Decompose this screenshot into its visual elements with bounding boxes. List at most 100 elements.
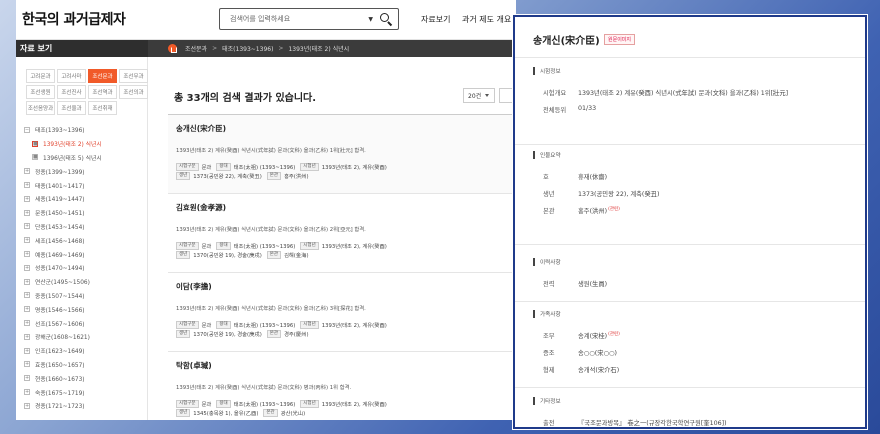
tree-item[interactable]: + 경종(1721~1723) bbox=[24, 399, 147, 413]
expand-icon[interactable]: + bbox=[24, 182, 30, 189]
result-card[interactable]: 이담(李擔) 1393년(태조 2) 계유(癸酉) 식년시(式年試) 문과(文科)… bbox=[168, 273, 513, 352]
result-card[interactable]: 송개신(宋介臣) 1393년(태조 2) 계유(癸酉) 식년시(式年試) 문과(文… bbox=[168, 115, 513, 194]
result-description: 1393년(태조 2) 계유(癸酉) 식년시(式年試) 문과(文科) 을과(乙科… bbox=[176, 148, 366, 154]
detail-row: 형제 송개석(宋介石) bbox=[533, 365, 853, 374]
expand-icon[interactable]: + bbox=[24, 237, 30, 244]
tree-item[interactable]: ■ 1396년(태조 5) 식년시 bbox=[24, 151, 147, 165]
era-tab[interactable]: 고려문과 bbox=[26, 69, 55, 83]
tree-item[interactable]: + 예종(1469~1469) bbox=[24, 247, 147, 261]
tree-item[interactable]: + 단종(1453~1454) bbox=[24, 220, 147, 234]
original-image-badge[interactable]: 원문이미지 bbox=[604, 34, 636, 45]
result-card[interactable]: 탁함(卓瑊) 1393년(태조 2) 계유(癸酉) 식년시(式年試) 문과(文科)… bbox=[168, 352, 513, 420]
tree-item[interactable]: + 세조(1456~1468) bbox=[24, 233, 147, 247]
meta-row: 시험구분 문과 왕대 태조(太祖) (1393~1396) 시험년 1393년(태조 2)… bbox=[176, 241, 513, 250]
tree-item[interactable]: + 인조(1623~1649) bbox=[24, 344, 147, 358]
expand-icon[interactable]: + bbox=[24, 195, 30, 202]
tree-item[interactable]: + 세종(1419~1447) bbox=[24, 192, 147, 206]
expand-icon[interactable]: + bbox=[24, 292, 30, 299]
tree-item[interactable]: + 현종(1660~1673) bbox=[24, 371, 147, 385]
detail-row: 전력 생원(生員) bbox=[533, 279, 853, 288]
expand-icon[interactable]: + bbox=[24, 223, 30, 230]
era-tab[interactable]: 조선율과 bbox=[57, 101, 86, 115]
detail-panel: 송개신(宋介臣) 원문이미지 시험정보 시험개요 1393년(태조 2) 계유(癸酉… bbox=[513, 15, 867, 429]
nav-data-view[interactable]: 자료보기 bbox=[421, 14, 450, 25]
detail-row: 시험개요 1393년(태조 2) 계유(癸酉) 식년시(式年試) 문과(文科) 을… bbox=[533, 88, 853, 97]
tree-item[interactable]: + 명종(1546~1566) bbox=[24, 302, 147, 316]
tree-item[interactable]: + 효종(1650~1657) bbox=[24, 358, 147, 372]
result-name[interactable]: 이담(李擔) bbox=[176, 281, 513, 292]
tree-item[interactable]: + 태종(1401~1417) bbox=[24, 178, 147, 192]
expand-icon[interactable]: + bbox=[24, 320, 30, 327]
expand-icon[interactable]: + bbox=[24, 402, 30, 409]
result-name[interactable]: 송개신(宋介臣) bbox=[176, 123, 513, 134]
result-card[interactable]: 김효원(金孝源) 1393년(태조 2) 계유(癸酉) 식년시(式年試) 문과(文… bbox=[168, 194, 513, 273]
meta-value: 홍주(洪州) bbox=[284, 173, 309, 180]
page-size-select[interactable]: 20건 bbox=[463, 88, 495, 103]
era-tab[interactable]: 조선진사 bbox=[57, 85, 86, 99]
expand-icon[interactable]: + bbox=[24, 251, 30, 258]
breadcrumb-item[interactable]: 태조(1393~1396) bbox=[222, 44, 273, 53]
section-divider bbox=[515, 387, 865, 388]
search-input[interactable]: 검색어를 입력하세요 bbox=[220, 14, 368, 24]
tree-item[interactable]: + 선조(1567~1606) bbox=[24, 316, 147, 330]
tree-item-label: 세조(1456~1468) bbox=[35, 238, 85, 245]
result-name[interactable]: 김효원(金孝源) bbox=[176, 202, 513, 213]
tree-item[interactable]: − 태조(1393~1396) bbox=[24, 123, 147, 137]
breadcrumb-item[interactable]: 1393년(태조 2) 식년시 bbox=[288, 44, 349, 53]
detail-value: 1393년(태조 2) 계유(癸酉) 식년시(式年試) 문과(文科) 을과(乙科… bbox=[578, 90, 789, 97]
detail-value: 홍주(洪州) bbox=[578, 208, 608, 215]
search-icon[interactable] bbox=[377, 10, 395, 28]
expand-icon[interactable]: + bbox=[24, 361, 30, 368]
collapse-icon[interactable]: − bbox=[24, 126, 30, 133]
search-box[interactable]: 검색어를 입력하세요 ▼ bbox=[219, 8, 399, 30]
expand-icon[interactable]: + bbox=[24, 306, 30, 313]
meta-tag: 왕대 bbox=[216, 162, 231, 171]
tree-item-label: 연산군(1495~1506) bbox=[35, 280, 90, 287]
tree-item[interactable]: + 문종(1450~1451) bbox=[24, 206, 147, 220]
era-tab[interactable]: 조선음양과 bbox=[26, 101, 55, 115]
expand-icon[interactable]: + bbox=[24, 278, 30, 285]
era-tab[interactable]: 조선취재 bbox=[88, 101, 117, 115]
section-divider bbox=[515, 301, 865, 302]
meta-tag: 본관 bbox=[263, 408, 278, 417]
era-tab[interactable]: 조선문과 bbox=[88, 69, 117, 83]
related-link[interactable]: (관련) bbox=[608, 331, 620, 340]
related-link[interactable]: (관련) bbox=[608, 206, 620, 215]
nav-exam-overview[interactable]: 과거 제도 개요 bbox=[462, 14, 511, 25]
era-tab-grid: 고려문과 고려사마 조선문과 조선무과조선생원 조선진사 조선역과 조선의과조선음양과 조선율… bbox=[16, 57, 148, 115]
tree-item[interactable]: + 중종(1507~1544) bbox=[24, 289, 147, 303]
site-logo[interactable]: 한국의 과거급제자 bbox=[22, 9, 126, 29]
leaf-icon[interactable]: ■ bbox=[32, 140, 38, 147]
tree-item[interactable]: + 정종(1399~1399) bbox=[24, 164, 147, 178]
tree-item[interactable]: ■ 1393년(태조 2) 식년시 bbox=[24, 137, 147, 151]
top-bar: 한국의 과거급제자 검색어를 입력하세요 ▼ 자료보기 과거 제도 개요 bbox=[16, 0, 516, 40]
tree-item-label: 효종(1650~1657) bbox=[35, 362, 85, 369]
era-tab[interactable]: 조선의과 bbox=[119, 85, 148, 99]
detail-label: 전체등위 bbox=[543, 107, 567, 114]
leaf-icon[interactable]: ■ bbox=[32, 154, 38, 161]
tree-item[interactable]: + 연산군(1495~1506) bbox=[24, 275, 147, 289]
tree-item[interactable]: + 성종(1470~1494) bbox=[24, 261, 147, 275]
era-tab[interactable]: 조선생원 bbox=[26, 85, 55, 99]
era-tab[interactable]: 조선역과 bbox=[88, 85, 117, 99]
expand-icon[interactable]: + bbox=[24, 347, 30, 354]
expand-icon[interactable]: + bbox=[24, 168, 30, 175]
expand-icon[interactable]: + bbox=[24, 389, 30, 396]
tree-item[interactable]: + 광해군(1608~1621) bbox=[24, 330, 147, 344]
chevron-down-icon[interactable]: ▼ bbox=[368, 16, 373, 23]
result-meta: 시험구분 문과 왕대 태조(太祖) (1393~1396) 시험년 1393년(태조 2)… bbox=[176, 162, 513, 180]
tree-item-label: 단종(1453~1454) bbox=[35, 224, 85, 231]
expand-icon[interactable]: + bbox=[24, 375, 30, 382]
expand-icon[interactable]: + bbox=[24, 209, 30, 216]
breadcrumb-item[interactable]: 조선문과 bbox=[185, 44, 207, 53]
result-name[interactable]: 탁함(卓瑊) bbox=[176, 360, 513, 371]
meta-tag: 시험년 bbox=[300, 320, 319, 329]
expand-icon[interactable]: + bbox=[24, 333, 30, 340]
expand-icon[interactable]: + bbox=[24, 264, 30, 271]
home-icon[interactable] bbox=[168, 44, 177, 53]
era-tab[interactable]: 고려사마 bbox=[57, 69, 86, 83]
meta-tag: 시험구분 bbox=[176, 162, 199, 171]
tree-item-label: 선조(1567~1606) bbox=[35, 321, 85, 328]
tree-item[interactable]: + 숙종(1675~1719) bbox=[24, 385, 147, 399]
era-tab[interactable]: 조선무과 bbox=[119, 69, 148, 83]
